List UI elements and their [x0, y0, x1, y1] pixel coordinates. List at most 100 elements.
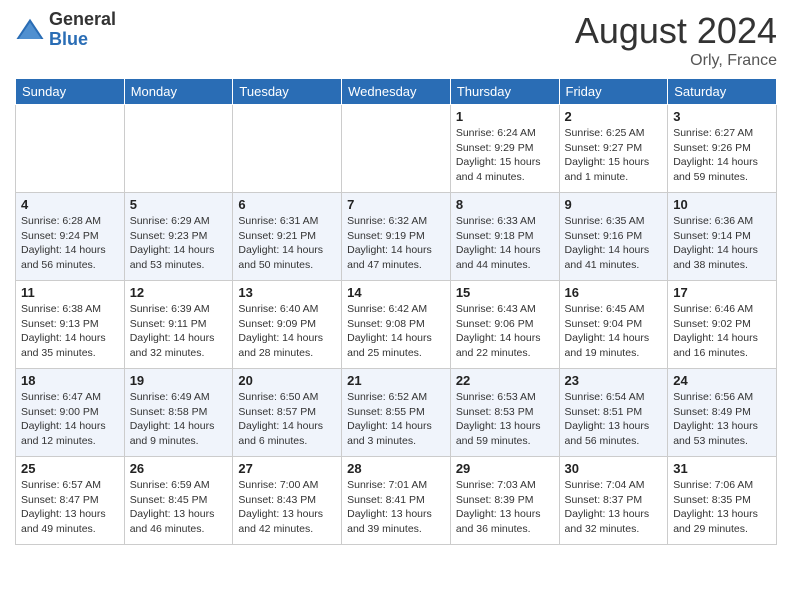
month-year: August 2024 [575, 10, 777, 52]
day-number: 1 [456, 109, 554, 124]
location: Orly, France [575, 52, 777, 70]
calendar-cell [342, 105, 451, 193]
calendar-cell: 14 Sunrise: 6:42 AM Sunset: 9:08 PM Dayli… [342, 281, 451, 369]
day-info: Sunrise: 7:00 AM Sunset: 8:43 PM Dayligh… [238, 478, 336, 537]
calendar-week-row: 1Sunrise: 6:24 AM Sunset: 9:29 PM Daylig… [16, 105, 777, 193]
day-info: Sunrise: 7:04 AM Sunset: 8:37 PM Dayligh… [565, 478, 663, 537]
calendar-cell: 8 Sunrise: 6:33 AM Sunset: 9:18 PM Daylig… [450, 193, 559, 281]
day-info: Sunrise: 7:06 AM Sunset: 8:35 PM Dayligh… [673, 478, 771, 537]
day-info: Sunrise: 6:45 AM Sunset: 9:04 PM Dayligh… [565, 302, 663, 361]
logo-icon [15, 15, 45, 45]
day-info: Sunrise: 6:46 AM Sunset: 9:02 PM Dayligh… [673, 302, 771, 361]
day-number: 29 [456, 461, 554, 476]
calendar-cell [124, 105, 233, 193]
day-info: Sunrise: 6:35 AM Sunset: 9:16 PM Dayligh… [565, 214, 663, 273]
day-number: 8 [456, 197, 554, 212]
calendar-cell: 3 Sunrise: 6:27 AM Sunset: 9:26 PM Daylig… [668, 105, 777, 193]
day-number: 4 [21, 197, 119, 212]
page-header: General Blue August 2024 Orly, France [15, 10, 777, 70]
day-info: Sunrise: 6:40 AM Sunset: 9:09 PM Dayligh… [238, 302, 336, 361]
calendar-cell: 27 Sunrise: 7:00 AM Sunset: 8:43 PM Dayli… [233, 457, 342, 545]
title-block: August 2024 Orly, France [575, 10, 777, 70]
day-number: 21 [347, 373, 445, 388]
calendar-cell: 10 Sunrise: 6:36 AM Sunset: 9:14 PM Dayli… [668, 193, 777, 281]
calendar-week-row: 11 Sunrise: 6:38 AM Sunset: 9:13 PM Dayli… [16, 281, 777, 369]
day-info: Sunrise: 6:38 AM Sunset: 9:13 PM Dayligh… [21, 302, 119, 361]
day-info: Sunrise: 6:28 AM Sunset: 9:24 PM Dayligh… [21, 214, 119, 273]
calendar-cell: 11 Sunrise: 6:38 AM Sunset: 9:13 PM Dayli… [16, 281, 125, 369]
day-number: 5 [130, 197, 228, 212]
day-info: Sunrise: 6:25 AM Sunset: 9:27 PM Dayligh… [565, 126, 663, 185]
weekday-header-sunday: Sunday [16, 79, 125, 105]
day-number: 26 [130, 461, 228, 476]
day-number: 20 [238, 373, 336, 388]
calendar-cell: 6Sunrise: 6:31 AM Sunset: 9:21 PM Daylig… [233, 193, 342, 281]
calendar-cell: 24Sunrise: 6:56 AM Sunset: 8:49 PM Dayli… [668, 369, 777, 457]
calendar-cell: 25 Sunrise: 6:57 AM Sunset: 8:47 PM Dayli… [16, 457, 125, 545]
logo: General Blue [15, 10, 116, 50]
calendar-week-row: 25 Sunrise: 6:57 AM Sunset: 8:47 PM Dayli… [16, 457, 777, 545]
calendar-cell: 23Sunrise: 6:54 AM Sunset: 8:51 PM Dayli… [559, 369, 668, 457]
calendar-cell: 30 Sunrise: 7:04 AM Sunset: 8:37 PM Dayli… [559, 457, 668, 545]
calendar-cell: 31 Sunrise: 7:06 AM Sunset: 8:35 PM Dayli… [668, 457, 777, 545]
day-number: 3 [673, 109, 771, 124]
day-number: 31 [673, 461, 771, 476]
day-number: 16 [565, 285, 663, 300]
day-info: Sunrise: 6:39 AM Sunset: 9:11 PM Dayligh… [130, 302, 228, 361]
day-number: 13 [238, 285, 336, 300]
calendar-cell: 26 Sunrise: 6:59 AM Sunset: 8:45 PM Dayli… [124, 457, 233, 545]
logo-blue-text: Blue [49, 30, 116, 50]
day-number: 2 [565, 109, 663, 124]
weekday-header-row: SundayMondayTuesdayWednesdayThursdayFrid… [16, 79, 777, 105]
day-number: 18 [21, 373, 119, 388]
day-number: 6 [238, 197, 336, 212]
day-info: Sunrise: 6:42 AM Sunset: 9:08 PM Dayligh… [347, 302, 445, 361]
day-number: 17 [673, 285, 771, 300]
day-info: Sunrise: 6:29 AM Sunset: 9:23 PM Dayligh… [130, 214, 228, 273]
calendar-week-row: 4 Sunrise: 6:28 AM Sunset: 9:24 PM Daylig… [16, 193, 777, 281]
weekday-header-thursday: Thursday [450, 79, 559, 105]
day-number: 12 [130, 285, 228, 300]
day-info: Sunrise: 6:49 AM Sunset: 8:58 PM Dayligh… [130, 390, 228, 449]
calendar-body: 1Sunrise: 6:24 AM Sunset: 9:29 PM Daylig… [16, 105, 777, 545]
day-number: 24 [673, 373, 771, 388]
calendar-cell: 29Sunrise: 7:03 AM Sunset: 8:39 PM Dayli… [450, 457, 559, 545]
calendar-cell: 4 Sunrise: 6:28 AM Sunset: 9:24 PM Daylig… [16, 193, 125, 281]
calendar-cell: 1Sunrise: 6:24 AM Sunset: 9:29 PM Daylig… [450, 105, 559, 193]
day-info: Sunrise: 6:57 AM Sunset: 8:47 PM Dayligh… [21, 478, 119, 537]
day-number: 9 [565, 197, 663, 212]
day-info: Sunrise: 6:27 AM Sunset: 9:26 PM Dayligh… [673, 126, 771, 185]
calendar-cell: 5 Sunrise: 6:29 AM Sunset: 9:23 PM Daylig… [124, 193, 233, 281]
day-info: Sunrise: 6:50 AM Sunset: 8:57 PM Dayligh… [238, 390, 336, 449]
calendar-cell: 18 Sunrise: 6:47 AM Sunset: 9:00 PM Dayli… [16, 369, 125, 457]
day-number: 22 [456, 373, 554, 388]
calendar-cell: 16 Sunrise: 6:45 AM Sunset: 9:04 PM Dayli… [559, 281, 668, 369]
day-number: 25 [21, 461, 119, 476]
day-info: Sunrise: 6:36 AM Sunset: 9:14 PM Dayligh… [673, 214, 771, 273]
calendar-cell: 21 Sunrise: 6:52 AM Sunset: 8:55 PM Dayli… [342, 369, 451, 457]
day-info: Sunrise: 7:01 AM Sunset: 8:41 PM Dayligh… [347, 478, 445, 537]
day-info: Sunrise: 6:52 AM Sunset: 8:55 PM Dayligh… [347, 390, 445, 449]
day-info: Sunrise: 6:33 AM Sunset: 9:18 PM Dayligh… [456, 214, 554, 273]
day-info: Sunrise: 6:59 AM Sunset: 8:45 PM Dayligh… [130, 478, 228, 537]
day-number: 7 [347, 197, 445, 212]
day-number: 10 [673, 197, 771, 212]
weekday-header-tuesday: Tuesday [233, 79, 342, 105]
calendar-cell: 22 Sunrise: 6:53 AM Sunset: 8:53 PM Dayli… [450, 369, 559, 457]
day-info: Sunrise: 6:53 AM Sunset: 8:53 PM Dayligh… [456, 390, 554, 449]
day-number: 15 [456, 285, 554, 300]
calendar-cell [233, 105, 342, 193]
calendar-cell: 9 Sunrise: 6:35 AM Sunset: 9:16 PM Daylig… [559, 193, 668, 281]
weekday-header-wednesday: Wednesday [342, 79, 451, 105]
calendar-cell: 13 Sunrise: 6:40 AM Sunset: 9:09 PM Dayli… [233, 281, 342, 369]
day-number: 30 [565, 461, 663, 476]
weekday-header-friday: Friday [559, 79, 668, 105]
weekday-header-saturday: Saturday [668, 79, 777, 105]
calendar-cell: 28Sunrise: 7:01 AM Sunset: 8:41 PM Dayli… [342, 457, 451, 545]
calendar-cell: 20 Sunrise: 6:50 AM Sunset: 8:57 PM Dayli… [233, 369, 342, 457]
day-number: 27 [238, 461, 336, 476]
day-number: 14 [347, 285, 445, 300]
calendar-cell: 12 Sunrise: 6:39 AM Sunset: 9:11 PM Dayli… [124, 281, 233, 369]
day-info: Sunrise: 6:47 AM Sunset: 9:00 PM Dayligh… [21, 390, 119, 449]
day-number: 11 [21, 285, 119, 300]
